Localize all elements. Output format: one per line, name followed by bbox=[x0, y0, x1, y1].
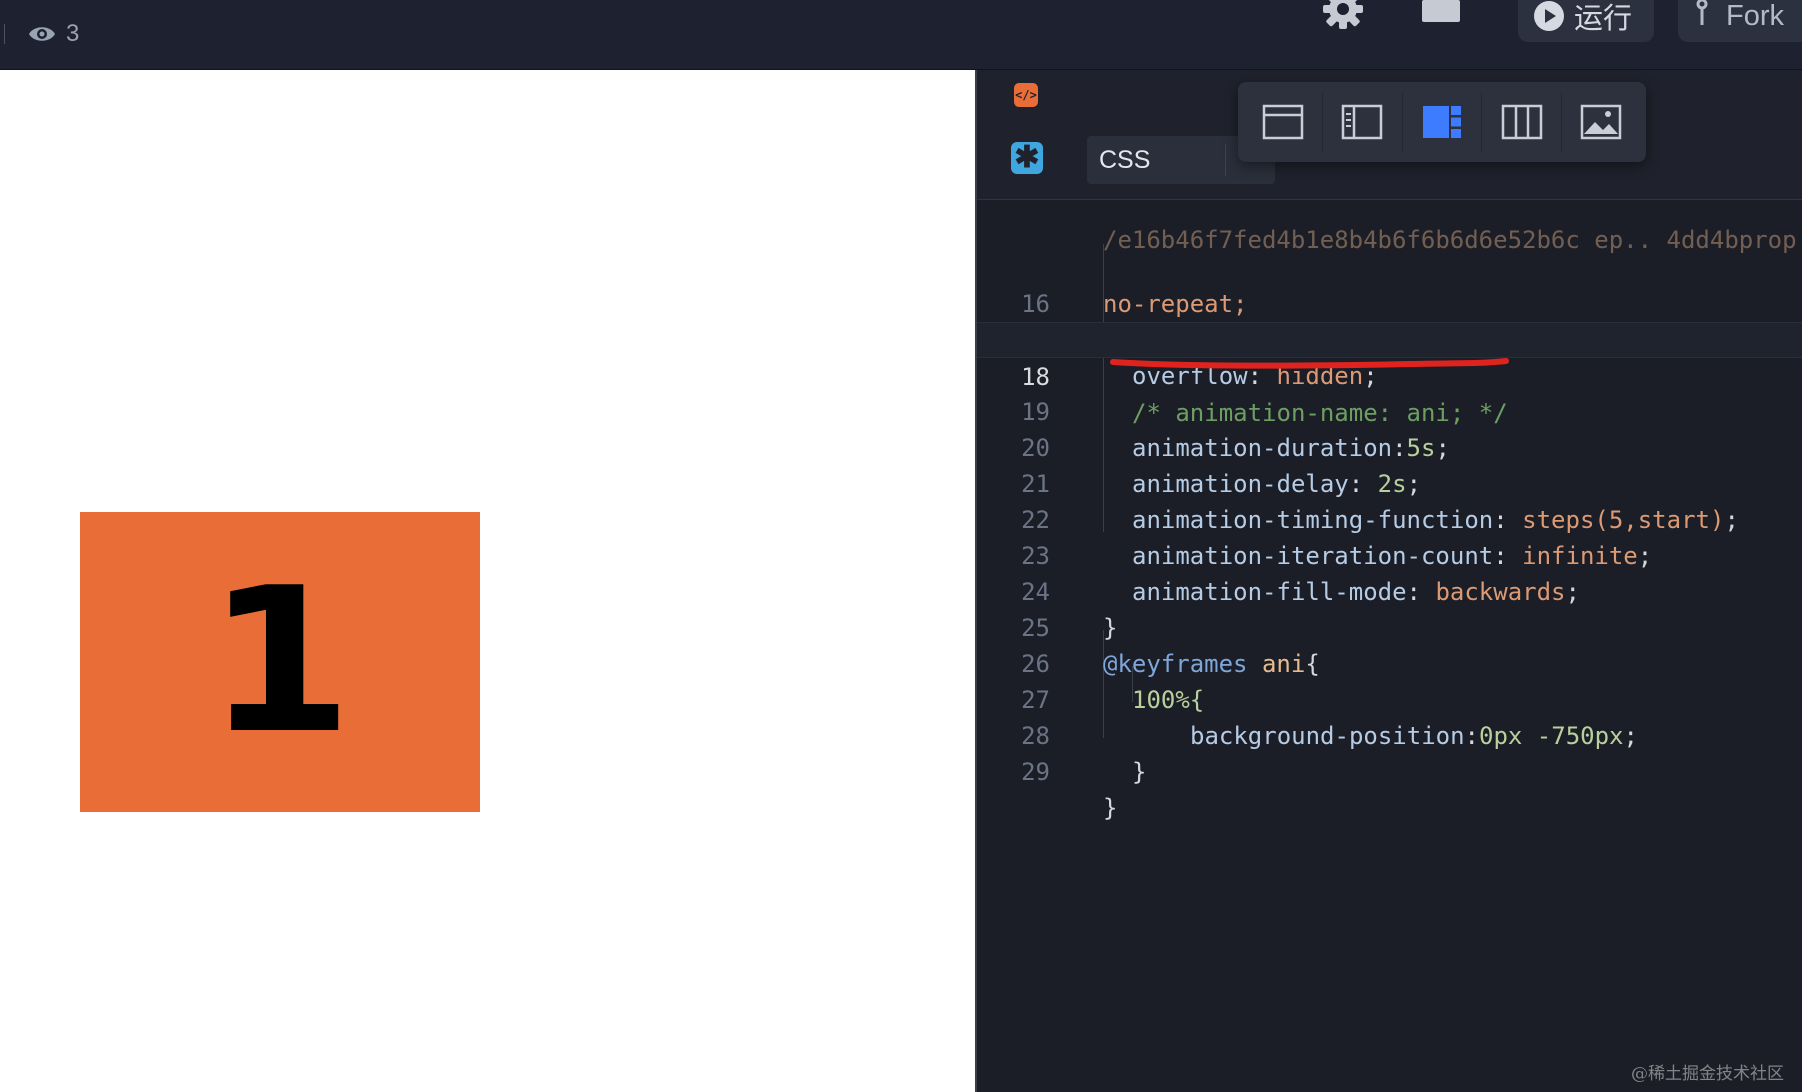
play-icon bbox=[1534, 1, 1564, 31]
red-underline-annotation bbox=[1110, 358, 1509, 369]
code-line: 17 overflow: hidden; bbox=[977, 286, 1802, 390]
language-label: CSS bbox=[1099, 145, 1151, 174]
eye-icon bbox=[28, 24, 56, 44]
animated-box: 1 bbox=[80, 512, 480, 812]
code-line: 28 } bbox=[977, 682, 1802, 786]
layout-switcher bbox=[1238, 82, 1646, 162]
fork-button[interactable]: Fork bbox=[1678, 0, 1802, 42]
layout-divider bbox=[1321, 93, 1323, 151]
code-line: 21 animation-timing-function: steps(5,st… bbox=[977, 430, 1802, 534]
layout-top-icon[interactable] bbox=[1253, 92, 1313, 152]
code-area[interactable]: /e16b46f7fed4b1e8b4b6f6b6d6e52b6c ep.. 4… bbox=[977, 200, 1802, 1092]
select-divider bbox=[1225, 144, 1226, 176]
code-line: 24 } bbox=[977, 538, 1802, 642]
code-line: 16 background-size: cover; bbox=[977, 250, 1802, 354]
toolbar-divider bbox=[4, 24, 5, 44]
gear-icon[interactable] bbox=[1322, 0, 1364, 35]
layout-right-active-icon[interactable] bbox=[1412, 92, 1472, 152]
code-editor: </> ✱ CSS /e16b46f7fed4b1e8b4b6f6b6d6e52… bbox=[975, 70, 1802, 1092]
code-text: } bbox=[1132, 758, 1147, 786]
view-count-value: 3 bbox=[66, 20, 80, 47]
line-number: 29 bbox=[1021, 758, 1050, 786]
top-bar: 3 运行 Fork bbox=[0, 0, 1802, 70]
layout-divider bbox=[1401, 93, 1403, 151]
view-count: 3 bbox=[28, 18, 79, 50]
code-line: 26 100%{ bbox=[977, 610, 1802, 714]
run-label: 运行 bbox=[1574, 3, 1633, 35]
layout-divider bbox=[1560, 93, 1562, 151]
code-line: 23 animation-fill-mode: backwards; bbox=[977, 502, 1802, 606]
css-tab-icon[interactable]: ✱ bbox=[1011, 142, 1043, 174]
html-tab-icon[interactable]: </> bbox=[1014, 83, 1038, 107]
layout-divider bbox=[1481, 93, 1483, 151]
code-line: no-repeat; bbox=[977, 214, 1802, 318]
box-number: 1 bbox=[206, 545, 354, 778]
watermark: @稀土掘金技术社区 bbox=[1631, 1064, 1784, 1084]
layout-left-icon[interactable] bbox=[1332, 92, 1392, 152]
code-line: 20 animation-delay: 2s; bbox=[977, 394, 1802, 498]
layout-columns-icon[interactable] bbox=[1492, 92, 1552, 152]
layout-image-icon[interactable] bbox=[1571, 92, 1631, 152]
code-line: 25 @keyframes ani{ bbox=[977, 574, 1802, 678]
fork-icon bbox=[1696, 0, 1714, 34]
code-text: } bbox=[1103, 794, 1118, 822]
code-line: 22 animation-iteration-count: infinite; bbox=[977, 466, 1802, 570]
code-line: 29 } bbox=[977, 718, 1802, 822]
code-line: 27 background-position:0px -750px; bbox=[977, 646, 1802, 750]
folder-icon[interactable] bbox=[1422, 0, 1460, 22]
fork-label: Fork bbox=[1726, 0, 1784, 32]
run-button[interactable]: 运行 bbox=[1518, 0, 1654, 42]
preview-pane: 1 bbox=[0, 70, 975, 1092]
